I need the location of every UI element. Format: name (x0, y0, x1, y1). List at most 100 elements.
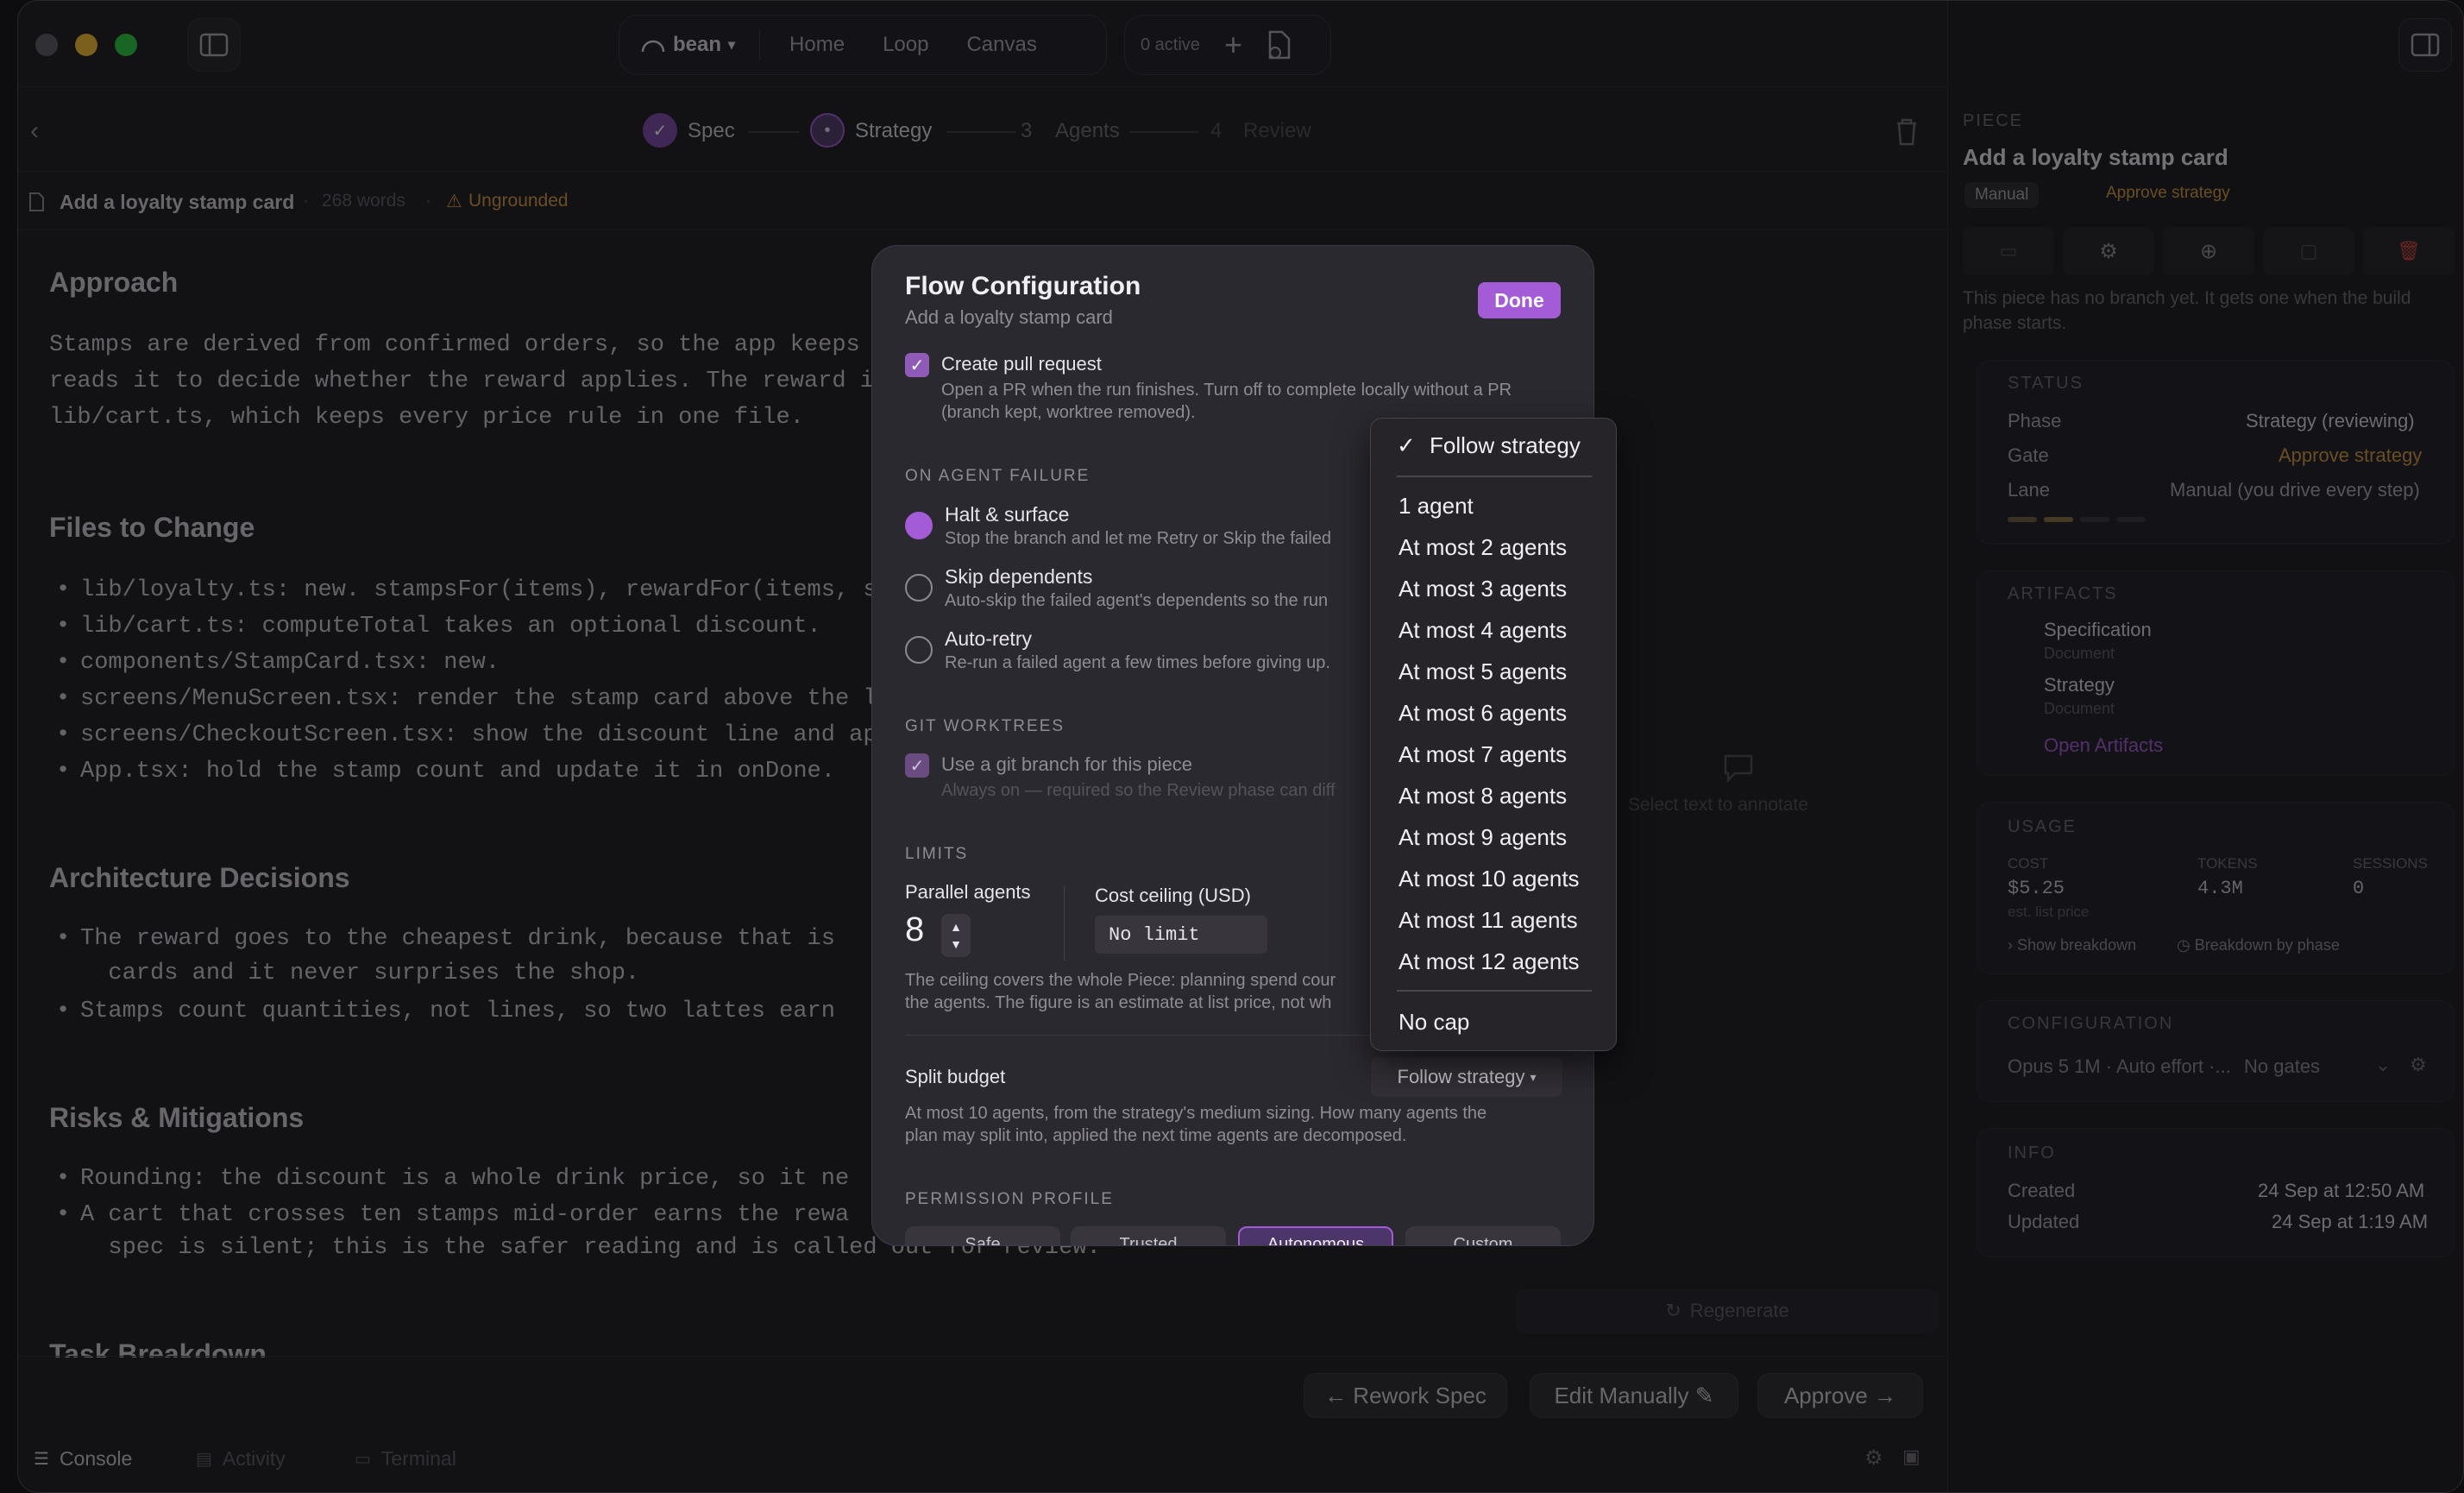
chat-icon[interactable]: ▭ (1963, 227, 2054, 275)
sidebar-right-icon (2411, 33, 2440, 57)
nav-loop[interactable]: Loop (864, 33, 947, 57)
option-agents[interactable]: At most 12 agents (1399, 948, 1580, 975)
parallel-agents-value[interactable]: 8 (905, 910, 924, 949)
trash-icon[interactable] (1894, 117, 1920, 146)
option-agents[interactable]: At most 5 agents (1399, 658, 1567, 685)
split-budget-select[interactable]: Follow strategy ▾ (1371, 1057, 1562, 1097)
card-label: ARTIFACTS (2008, 584, 2118, 603)
option-agents[interactable]: At most 7 agents (1399, 741, 1567, 768)
list-item-continuation: cards and it never surprises the shop. (80, 961, 640, 986)
step-spec[interactable]: Spec (688, 119, 735, 143)
nav-pill: bean ▾ Home Loop Canvas (619, 15, 1107, 75)
parallel-agents-stepper[interactable]: ▲ ▼ (941, 914, 971, 957)
add-icon[interactable]: + (1224, 27, 1242, 63)
chevron-down-icon: ▾ (1530, 1069, 1537, 1084)
card-label: CONFIGURATION (2008, 1014, 2174, 1033)
dot-separator: · (425, 191, 431, 211)
option-agents[interactable]: At most 10 agents (1399, 866, 1580, 892)
option-agents[interactable]: At most 8 agents (1399, 783, 1567, 809)
zoom-window-button[interactable] (115, 34, 137, 56)
tab-terminal[interactable]: ▭ Terminal (355, 1447, 456, 1471)
gear-icon[interactable]: ⚙ (1864, 1446, 1883, 1471)
workspace-selector[interactable]: bean ▾ (619, 33, 735, 57)
halt-radio[interactable] (905, 512, 933, 539)
archive-icon[interactable]: ▢ (2263, 227, 2354, 275)
breakdown-by-phase-link[interactable]: ◷ Breakdown by phase (2177, 936, 2340, 954)
config-gear-icon[interactable]: ⚙ (2410, 1054, 2427, 1076)
document-title: Add a loyalty stamp card (60, 191, 295, 213)
new-file-icon[interactable] (1267, 30, 1292, 60)
chevron-down-icon[interactable]: ▼ (950, 935, 962, 953)
chevron-down-icon[interactable]: ⌄ (2375, 1054, 2391, 1076)
tab-console[interactable]: ☰ Console (34, 1447, 132, 1471)
document-icon (29, 192, 44, 211)
edit-manually-button[interactable]: Edit Manually ✎ (1530, 1373, 1738, 1418)
auto-retry-label: Auto-retry (945, 627, 1032, 650)
step-strategy-icon[interactable]: • (810, 113, 845, 148)
open-artifacts-link[interactable]: Open Artifacts (2044, 734, 2163, 757)
tokens-value: 4.3M (2197, 878, 2243, 899)
tab-activity[interactable]: ▤ Activity (196, 1447, 286, 1471)
step-review[interactable]: Review (1243, 119, 1311, 143)
back-icon[interactable]: ‹ (30, 117, 39, 146)
list-item: screens/MenuScreen.tsx: render the stamp… (56, 686, 877, 712)
created-value: 24 Sep at 12:50 AM (2258, 1180, 2425, 1201)
console-icon: ☰ (34, 1450, 49, 1469)
git-branch-checkbox: ✓ (905, 753, 929, 778)
skip-dependents-radio[interactable] (905, 574, 933, 602)
list-item: screens/CheckoutScreen.tsx: show the dis… (56, 722, 877, 748)
heading-architecture: Architecture Decisions (49, 862, 350, 893)
step-spec-icon[interactable]: ✓ (643, 113, 677, 148)
delete-icon[interactable]: 🗑 (2363, 227, 2455, 275)
show-breakdown-link[interactable]: › Show breakdown (2008, 936, 2136, 954)
regenerate-label: Regenerate (1689, 1300, 1789, 1321)
artifact-spec[interactable]: Specification (2044, 619, 2152, 641)
panel-toggle-icon[interactable]: ▣ (1902, 1446, 1920, 1468)
config-gates: No gates (2244, 1055, 2321, 1077)
auto-retry-radio[interactable] (905, 636, 933, 664)
done-button[interactable]: Done (1478, 282, 1561, 318)
cost-value: $5.25 (2008, 878, 2065, 899)
step-agents[interactable]: Agents (1055, 119, 1120, 143)
updated-key: Updated (2008, 1211, 2080, 1232)
approve-button[interactable]: Approve → (1757, 1373, 1923, 1418)
option-agents[interactable]: 1 agent (1399, 493, 1474, 520)
lane-value: Manual (you drive every step) (2170, 479, 2420, 501)
divider (1397, 476, 1592, 477)
profile-trusted-button[interactable]: Trusted (1071, 1226, 1226, 1245)
option-no-cap[interactable]: No cap (1399, 1009, 1469, 1036)
close-window-button[interactable] (35, 34, 58, 56)
parallel-agents-label: Parallel agents (905, 881, 1031, 903)
profile-custom-button[interactable]: Custom (1405, 1226, 1561, 1245)
target-icon[interactable]: ⊕ (2163, 227, 2254, 275)
cost-ceiling-input[interactable]: No limit (1095, 916, 1267, 954)
step-strategy[interactable]: Strategy (855, 119, 932, 143)
artifact-strategy[interactable]: Strategy (2044, 674, 2115, 696)
nav-home[interactable]: Home (770, 33, 864, 57)
chevron-up-icon[interactable]: ▲ (950, 918, 962, 935)
cost-key: COST (2008, 855, 2049, 872)
sidebar-toggle-button[interactable] (187, 18, 241, 72)
regenerate-button[interactable]: ↻ Regenerate (1516, 1288, 1939, 1333)
rework-spec-button[interactable]: ← Rework Spec (1304, 1373, 1507, 1418)
nav-canvas[interactable]: Canvas (947, 33, 1055, 57)
step-bar: ‹ (18, 89, 1947, 172)
split-budget-value: Follow strategy (1397, 1066, 1525, 1087)
section-label: PERMISSION PROFILE (905, 1190, 1114, 1208)
profile-safe-button[interactable]: Safe (905, 1226, 1060, 1245)
option-agents[interactable]: At most 11 agents (1399, 907, 1578, 934)
option-agents[interactable]: At most 9 agents (1399, 824, 1567, 851)
inspector-toggle-button[interactable] (2398, 18, 2452, 72)
git-branch-label: Use a git branch for this piece (941, 753, 1193, 775)
option-agents[interactable]: At most 6 agents (1399, 700, 1567, 727)
option-agents[interactable]: At most 2 agents (1399, 534, 1567, 561)
option-follow-strategy[interactable]: Follow strategy (1430, 432, 1581, 459)
profile-autonomous-button[interactable]: Autonomous (1238, 1226, 1393, 1245)
minimize-window-button[interactable] (75, 34, 97, 56)
create-pr-checkbox[interactable]: ✓ (905, 353, 929, 377)
config-summary: Opus 5 1M · Auto effort ·... (2008, 1055, 2231, 1077)
settings-icon[interactable]: ⚙ (2063, 227, 2154, 275)
option-agents[interactable]: At most 4 agents (1399, 617, 1567, 644)
doc-line: Stamps are derived from confirmed orders… (49, 332, 889, 358)
option-agents[interactable]: At most 3 agents (1399, 576, 1567, 602)
